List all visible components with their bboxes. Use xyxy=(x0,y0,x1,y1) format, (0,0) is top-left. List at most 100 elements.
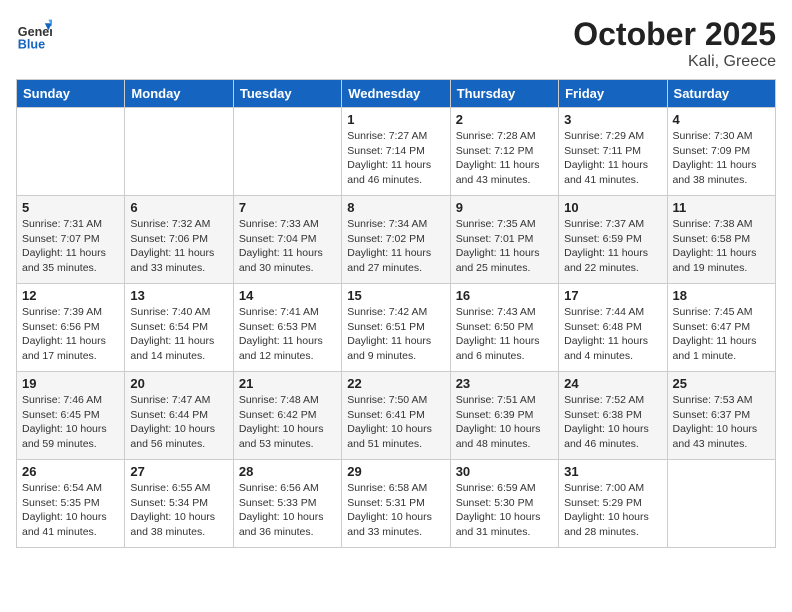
day-info: Sunrise: 7:29 AM Sunset: 7:11 PM Dayligh… xyxy=(564,129,661,188)
calendar-cell: 6 Sunrise: 7:32 AM Sunset: 7:06 PM Daylig… xyxy=(125,196,233,284)
svg-text:Blue: Blue xyxy=(18,37,45,51)
col-header-sunday: Sunday xyxy=(17,80,125,108)
week-row-5: 26 Sunrise: 6:54 AM Sunset: 5:35 PM Dayli… xyxy=(17,460,776,548)
calendar-cell: 31 Sunrise: 7:00 AM Sunset: 5:29 PM Dayli… xyxy=(559,460,667,548)
week-row-4: 19Sunrise: 7:46 AM Sunset: 6:45 PM Dayli… xyxy=(17,372,776,460)
day-info: Sunrise: 6:59 AM Sunset: 5:30 PM Dayligh… xyxy=(456,481,553,540)
day-info: Sunrise: 7:42 AM Sunset: 6:51 PM Dayligh… xyxy=(347,305,444,364)
title-block: October 2025 Kali, Greece xyxy=(573,16,776,71)
day-info: Sunrise: 7:38 AM Sunset: 6:58 PM Dayligh… xyxy=(673,217,770,276)
day-info: Sunrise: 7:33 AM Sunset: 7:04 PM Dayligh… xyxy=(239,217,336,276)
day-info: Sunrise: 7:41 AM Sunset: 6:53 PM Dayligh… xyxy=(239,305,336,364)
calendar-cell: 10 Sunrise: 7:37 AM Sunset: 6:59 PM Dayli… xyxy=(559,196,667,284)
day-number: 2 xyxy=(456,112,553,127)
day-number: 31 xyxy=(564,464,661,479)
day-info: Sunrise: 7:30 AM Sunset: 7:09 PM Dayligh… xyxy=(673,129,770,188)
calendar-cell: 30 Sunrise: 6:59 AM Sunset: 5:30 PM Dayli… xyxy=(450,460,558,548)
calendar-cell: 17 Sunrise: 7:44 AM Sunset: 6:48 PM Dayli… xyxy=(559,284,667,372)
day-info: Sunrise: 7:28 AM Sunset: 7:12 PM Dayligh… xyxy=(456,129,553,188)
day-info: Sunrise: 6:58 AM Sunset: 5:31 PM Dayligh… xyxy=(347,481,444,540)
day-info: Sunrise: 7:44 AM Sunset: 6:48 PM Dayligh… xyxy=(564,305,661,364)
calendar-cell: 29 Sunrise: 6:58 AM Sunset: 5:31 PM Dayli… xyxy=(342,460,450,548)
day-number: 5 xyxy=(22,200,119,215)
calendar-cell: 3 Sunrise: 7:29 AM Sunset: 7:11 PM Daylig… xyxy=(559,108,667,196)
logo: General Blue xyxy=(16,16,56,52)
calendar-cell: 21Sunrise: 7:48 AM Sunset: 6:42 PM Dayli… xyxy=(233,372,341,460)
day-info: Sunrise: 6:56 AM Sunset: 5:33 PM Dayligh… xyxy=(239,481,336,540)
day-info: Sunrise: 7:48 AM Sunset: 6:42 PM Dayligh… xyxy=(239,393,336,452)
location: Kali, Greece xyxy=(573,53,776,71)
day-number: 29 xyxy=(347,464,444,479)
calendar-header-row: SundayMondayTuesdayWednesdayThursdayFrid… xyxy=(17,80,776,108)
day-number: 8 xyxy=(347,200,444,215)
calendar-cell: 13 Sunrise: 7:40 AM Sunset: 6:54 PM Dayli… xyxy=(125,284,233,372)
day-number: 22 xyxy=(347,376,444,391)
day-info: Sunrise: 7:43 AM Sunset: 6:50 PM Dayligh… xyxy=(456,305,553,364)
col-header-monday: Monday xyxy=(125,80,233,108)
calendar-cell: 8 Sunrise: 7:34 AM Sunset: 7:02 PM Daylig… xyxy=(342,196,450,284)
day-info: Sunrise: 7:47 AM Sunset: 6:44 PM Dayligh… xyxy=(130,393,227,452)
day-number: 15 xyxy=(347,288,444,303)
day-number: 1 xyxy=(347,112,444,127)
calendar-cell: 2 Sunrise: 7:28 AM Sunset: 7:12 PM Daylig… xyxy=(450,108,558,196)
calendar-cell xyxy=(667,460,775,548)
page-header: General Blue October 2025 Kali, Greece xyxy=(16,16,776,71)
calendar-cell: 20Sunrise: 7:47 AM Sunset: 6:44 PM Dayli… xyxy=(125,372,233,460)
calendar-cell: 5 Sunrise: 7:31 AM Sunset: 7:07 PM Daylig… xyxy=(17,196,125,284)
day-info: Sunrise: 7:31 AM Sunset: 7:07 PM Dayligh… xyxy=(22,217,119,276)
calendar-cell: 11 Sunrise: 7:38 AM Sunset: 6:58 PM Dayli… xyxy=(667,196,775,284)
day-info: Sunrise: 7:00 AM Sunset: 5:29 PM Dayligh… xyxy=(564,481,661,540)
day-number: 16 xyxy=(456,288,553,303)
day-number: 10 xyxy=(564,200,661,215)
calendar-cell: 16 Sunrise: 7:43 AM Sunset: 6:50 PM Dayli… xyxy=(450,284,558,372)
day-number: 14 xyxy=(239,288,336,303)
calendar-cell: 22 Sunrise: 7:50 AM Sunset: 6:41 PM Dayli… xyxy=(342,372,450,460)
calendar-cell: 26 Sunrise: 6:54 AM Sunset: 5:35 PM Dayli… xyxy=(17,460,125,548)
calendar-cell: 27 Sunrise: 6:55 AM Sunset: 5:34 PM Dayli… xyxy=(125,460,233,548)
col-header-wednesday: Wednesday xyxy=(342,80,450,108)
day-number: 7 xyxy=(239,200,336,215)
day-info: Sunrise: 7:40 AM Sunset: 6:54 PM Dayligh… xyxy=(130,305,227,364)
day-info: Sunrise: 7:27 AM Sunset: 7:14 PM Dayligh… xyxy=(347,129,444,188)
day-number: 13 xyxy=(130,288,227,303)
calendar-cell: 25Sunrise: 7:53 AM Sunset: 6:37 PM Dayli… xyxy=(667,372,775,460)
calendar-cell: 4 Sunrise: 7:30 AM Sunset: 7:09 PM Daylig… xyxy=(667,108,775,196)
col-header-tuesday: Tuesday xyxy=(233,80,341,108)
day-number: 26 xyxy=(22,464,119,479)
calendar-cell: 18Sunrise: 7:45 AM Sunset: 6:47 PM Dayli… xyxy=(667,284,775,372)
calendar-cell: 14 Sunrise: 7:41 AM Sunset: 6:53 PM Dayli… xyxy=(233,284,341,372)
day-info: Sunrise: 7:45 AM Sunset: 6:47 PM Dayligh… xyxy=(673,305,770,364)
col-header-saturday: Saturday xyxy=(667,80,775,108)
day-info: Sunrise: 7:39 AM Sunset: 6:56 PM Dayligh… xyxy=(22,305,119,364)
day-info: Sunrise: 7:34 AM Sunset: 7:02 PM Dayligh… xyxy=(347,217,444,276)
day-info: Sunrise: 6:55 AM Sunset: 5:34 PM Dayligh… xyxy=(130,481,227,540)
day-info: Sunrise: 7:32 AM Sunset: 7:06 PM Dayligh… xyxy=(130,217,227,276)
day-number: 12 xyxy=(22,288,119,303)
calendar-table: SundayMondayTuesdayWednesdayThursdayFrid… xyxy=(16,79,776,548)
day-number: 11 xyxy=(673,200,770,215)
day-number: 17 xyxy=(564,288,661,303)
day-number: 27 xyxy=(130,464,227,479)
day-info: Sunrise: 7:35 AM Sunset: 7:01 PM Dayligh… xyxy=(456,217,553,276)
calendar-cell: 19Sunrise: 7:46 AM Sunset: 6:45 PM Dayli… xyxy=(17,372,125,460)
day-number: 30 xyxy=(456,464,553,479)
calendar-cell: 23Sunrise: 7:51 AM Sunset: 6:39 PM Dayli… xyxy=(450,372,558,460)
day-number: 25 xyxy=(673,376,770,391)
calendar-cell: 1 Sunrise: 7:27 AM Sunset: 7:14 PM Daylig… xyxy=(342,108,450,196)
day-number: 6 xyxy=(130,200,227,215)
col-header-friday: Friday xyxy=(559,80,667,108)
day-info: Sunrise: 7:51 AM Sunset: 6:39 PM Dayligh… xyxy=(456,393,553,452)
day-number: 28 xyxy=(239,464,336,479)
col-header-thursday: Thursday xyxy=(450,80,558,108)
day-number: 4 xyxy=(673,112,770,127)
day-info: Sunrise: 7:50 AM Sunset: 6:41 PM Dayligh… xyxy=(347,393,444,452)
calendar-cell: 9Sunrise: 7:35 AM Sunset: 7:01 PM Daylig… xyxy=(450,196,558,284)
day-info: Sunrise: 7:37 AM Sunset: 6:59 PM Dayligh… xyxy=(564,217,661,276)
day-number: 24 xyxy=(564,376,661,391)
day-info: Sunrise: 7:46 AM Sunset: 6:45 PM Dayligh… xyxy=(22,393,119,452)
day-info: Sunrise: 6:54 AM Sunset: 5:35 PM Dayligh… xyxy=(22,481,119,540)
day-number: 3 xyxy=(564,112,661,127)
calendar-cell xyxy=(125,108,233,196)
calendar-cell: 24Sunrise: 7:52 AM Sunset: 6:38 PM Dayli… xyxy=(559,372,667,460)
calendar-cell: 15 Sunrise: 7:42 AM Sunset: 6:51 PM Dayli… xyxy=(342,284,450,372)
